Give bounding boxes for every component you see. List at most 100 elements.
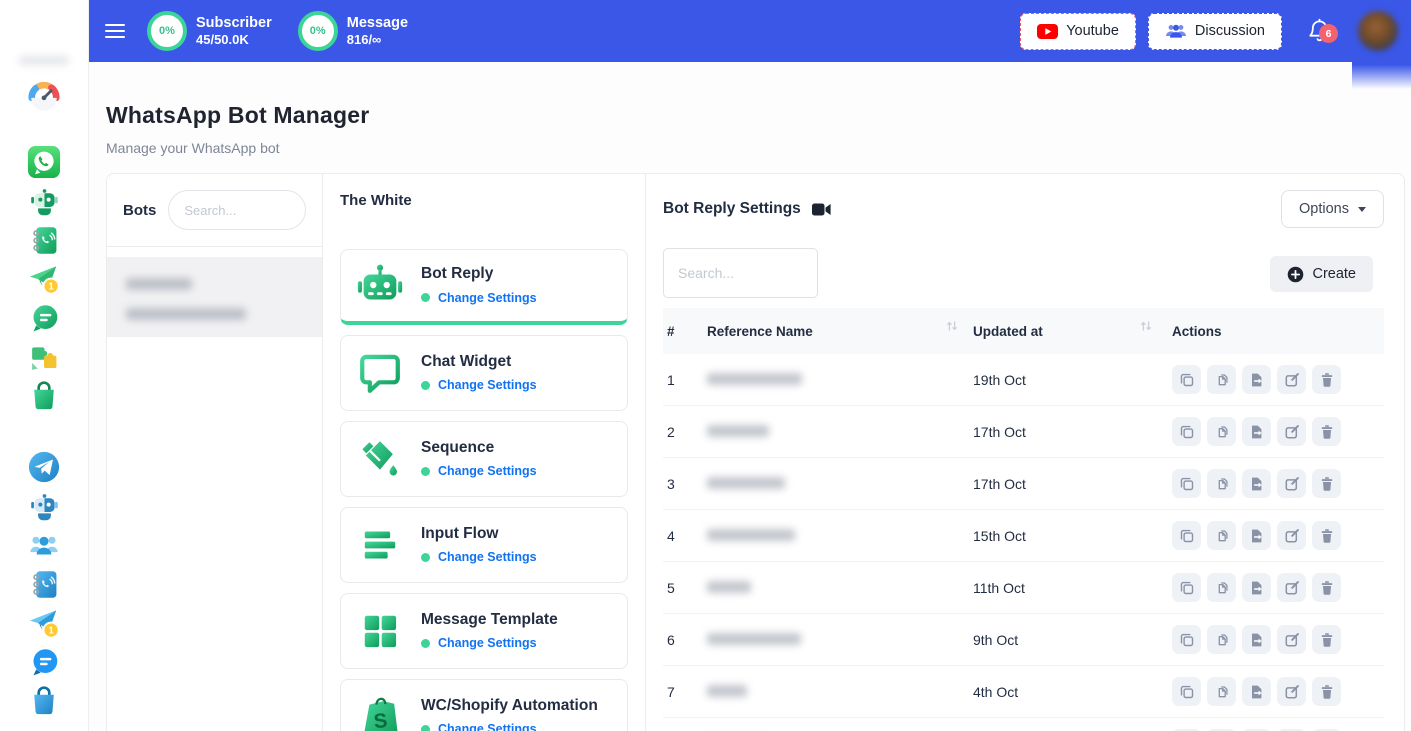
col-header-reference-name[interactable]: Reference Name: [707, 324, 973, 339]
export-button[interactable]: [1242, 677, 1271, 706]
edit-button[interactable]: [1277, 677, 1306, 706]
svg-text:1: 1: [48, 626, 54, 637]
trash-icon: [1319, 476, 1335, 492]
change-settings-link[interactable]: Change Settings: [438, 464, 537, 478]
delete-button[interactable]: [1312, 625, 1341, 654]
export-button[interactable]: [1242, 417, 1271, 446]
sidebar-item-whatsapp[interactable]: [27, 145, 61, 179]
telegram-broadcast-icon: 1: [27, 606, 61, 640]
edit-button[interactable]: [1277, 625, 1306, 654]
duplicate-button[interactable]: [1207, 417, 1236, 446]
change-settings-link[interactable]: Change Settings: [438, 722, 537, 731]
trash-icon: [1319, 528, 1335, 544]
edit-button[interactable]: [1277, 469, 1306, 498]
edit-button[interactable]: [1277, 573, 1306, 602]
sidebar-item-whatsapp-bot[interactable]: [27, 184, 61, 218]
export-button[interactable]: [1242, 365, 1271, 394]
copy-button[interactable]: [1172, 365, 1201, 394]
user-avatar[interactable]: [1358, 11, 1398, 51]
message-progress-ring: 0%: [298, 11, 338, 51]
copy-button[interactable]: [1172, 625, 1201, 654]
copy-button[interactable]: [1172, 677, 1201, 706]
row-actions: [1167, 365, 1384, 394]
hamburger-menu-icon[interactable]: [105, 24, 125, 39]
sort-icon[interactable]: [945, 319, 959, 333]
export-button[interactable]: [1242, 521, 1271, 550]
sidebar-item-telegram-broadcast[interactable]: 1: [27, 606, 61, 640]
row-number: 5: [663, 580, 707, 596]
table-search-input[interactable]: [663, 248, 818, 298]
sidebar-item-integrations[interactable]: [27, 340, 61, 374]
delete-button[interactable]: [1312, 521, 1341, 550]
change-settings-link[interactable]: Change Settings: [438, 636, 537, 650]
copy-icon: [1179, 632, 1195, 648]
export-icon: [1249, 684, 1265, 700]
delete-button[interactable]: [1312, 417, 1341, 446]
main-content: WhatsApp Bot Manager Manage your WhatsAp…: [88, 62, 1411, 731]
card-label: Chat Widget: [421, 354, 537, 370]
copy-icon: [1179, 424, 1195, 440]
duplicate-button[interactable]: [1207, 677, 1236, 706]
copy-button[interactable]: [1172, 521, 1201, 550]
col-header-updated-at[interactable]: Updated at: [973, 324, 1167, 339]
delete-button[interactable]: [1312, 677, 1341, 706]
delete-button[interactable]: [1312, 469, 1341, 498]
edit-button[interactable]: [1277, 365, 1306, 394]
col-header-num: #: [663, 324, 707, 339]
duplicate-button[interactable]: [1207, 469, 1236, 498]
export-button[interactable]: [1242, 469, 1271, 498]
change-settings-link[interactable]: Change Settings: [438, 550, 537, 564]
duplicate-button[interactable]: [1207, 573, 1236, 602]
status-dot: [421, 725, 430, 731]
card-message-template[interactable]: Message Template Change Settings: [340, 593, 628, 669]
card-input-flow[interactable]: Input Flow Change Settings: [340, 507, 628, 583]
card-bot-reply[interactable]: Bot Reply Change Settings: [340, 249, 628, 325]
sidebar-item-telegram-bot[interactable]: [27, 489, 61, 523]
whatsapp-broadcast-icon: 1: [27, 262, 61, 296]
bot-list-item-selected[interactable]: [107, 257, 322, 337]
delete-button[interactable]: [1312, 365, 1341, 394]
sidebar-item-telegram-contact-book[interactable]: [27, 567, 61, 601]
bots-search-input[interactable]: [168, 190, 306, 230]
duplicate-button[interactable]: [1207, 365, 1236, 394]
duplicate-icon: [1214, 372, 1230, 388]
plus-circle-icon: [1287, 266, 1304, 283]
create-button[interactable]: Create: [1270, 256, 1373, 292]
change-settings-link[interactable]: Change Settings: [438, 378, 537, 392]
table-row: 2 17th Oct: [663, 406, 1384, 458]
options-button[interactable]: Options: [1281, 190, 1384, 228]
card-wc-shopify-automation[interactable]: S WC/Shopify Automation Change Settings: [340, 679, 628, 731]
duplicate-button[interactable]: [1207, 625, 1236, 654]
sidebar-item-telegram-chat[interactable]: [27, 645, 61, 679]
export-button[interactable]: [1242, 625, 1271, 654]
duplicate-button[interactable]: [1207, 521, 1236, 550]
copy-button[interactable]: [1172, 573, 1201, 602]
reference-name-redacted: [707, 632, 973, 648]
sidebar-item-whatsapp-broadcast[interactable]: 1: [27, 262, 61, 296]
notifications-button[interactable]: 6: [1308, 18, 1332, 44]
sidebar-item-dashboard[interactable]: [27, 78, 61, 112]
sidebar-item-whatsapp-store[interactable]: [27, 379, 61, 413]
copy-button[interactable]: [1172, 417, 1201, 446]
sidebar-item-telegram-store[interactable]: [27, 684, 61, 718]
message-template-grid-icon: [358, 609, 402, 653]
sidebar-item-whatsapp-chat[interactable]: [27, 301, 61, 335]
copy-button[interactable]: [1172, 469, 1201, 498]
sidebar-item-whatsapp-contact-book[interactable]: [27, 223, 61, 257]
card-label: Message Template: [421, 612, 558, 628]
duplicate-icon: [1214, 528, 1230, 544]
sidebar-item-telegram-groups[interactable]: [27, 528, 61, 562]
delete-button[interactable]: [1312, 573, 1341, 602]
sidebar-item-telegram[interactable]: [27, 450, 61, 484]
copy-icon: [1179, 372, 1195, 388]
change-settings-link[interactable]: Change Settings: [438, 291, 537, 305]
youtube-button[interactable]: Youtube: [1020, 13, 1136, 50]
sort-icon[interactable]: [1139, 319, 1153, 333]
card-chat-widget[interactable]: Chat Widget Change Settings: [340, 335, 628, 411]
edit-button[interactable]: [1277, 521, 1306, 550]
edit-button[interactable]: [1277, 417, 1306, 446]
card-sequence[interactable]: Sequence Change Settings: [340, 421, 628, 497]
avatar-backdrop: [1352, 62, 1411, 89]
export-button[interactable]: [1242, 573, 1271, 602]
discussion-button[interactable]: Discussion: [1148, 13, 1282, 50]
